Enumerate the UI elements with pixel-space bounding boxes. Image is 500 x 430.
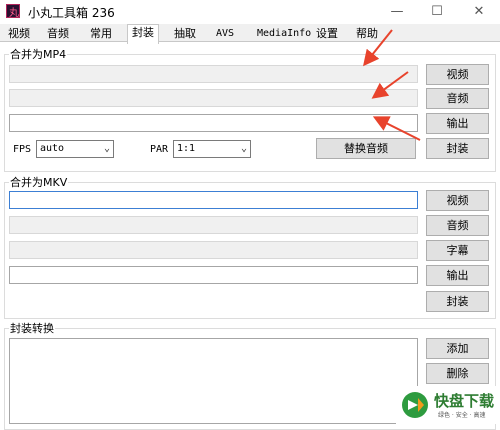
annotation-arrows: [363, 29, 421, 141]
watermark-sub: 绿色 · 安全 · 高速: [438, 412, 486, 419]
arrow-to-audio: [371, 71, 409, 99]
watermark-text: 快盘下载: [434, 392, 495, 410]
watermark: 快盘下载 绿色 · 安全 · 高速: [396, 386, 500, 424]
tab-mux[interactable]: 封装: [127, 24, 159, 44]
watermark-logo-icon: [402, 392, 428, 418]
arrow-to-video: [363, 29, 393, 67]
arrow-to-output: [372, 116, 421, 141]
